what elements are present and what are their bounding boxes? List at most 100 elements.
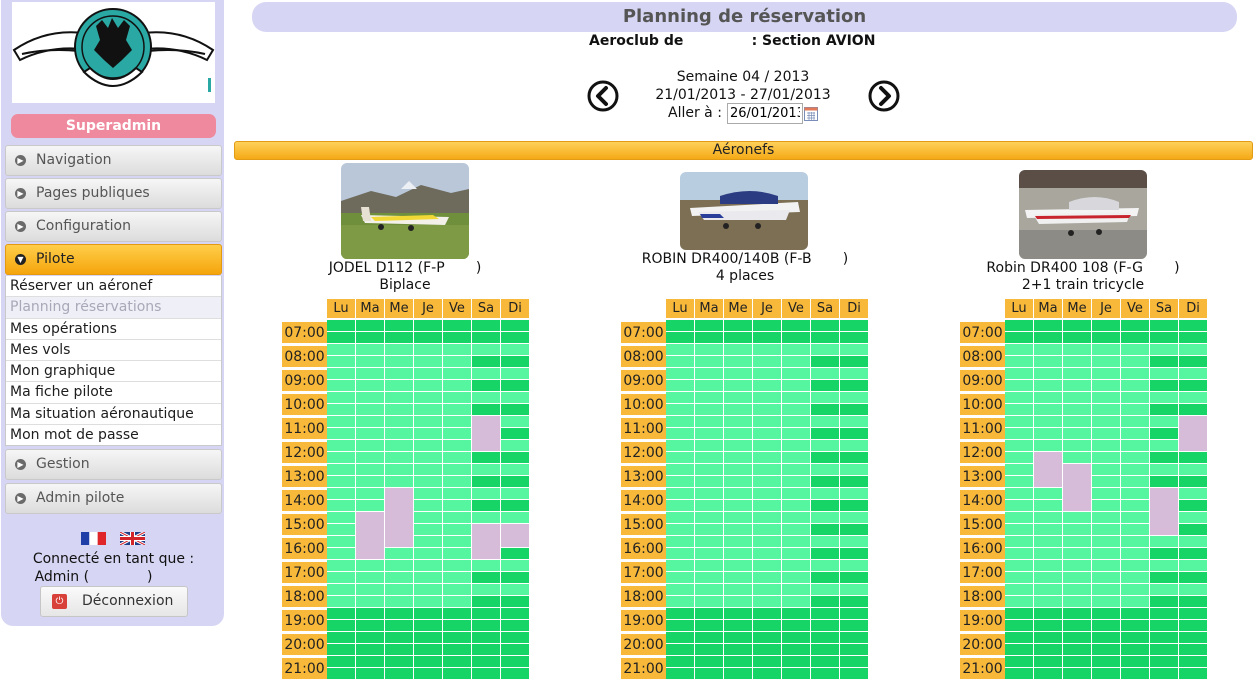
free-slot[interactable] <box>501 368 529 379</box>
free-slot[interactable] <box>1005 452 1033 463</box>
free-slot[interactable] <box>811 332 839 343</box>
free-slot[interactable] <box>753 476 781 487</box>
submenu-mot-de-passe[interactable]: Mon mot de passe <box>6 425 221 446</box>
free-slot[interactable] <box>666 404 694 415</box>
free-slot[interactable] <box>1179 668 1207 679</box>
free-slot[interactable] <box>1005 404 1033 415</box>
free-slot[interactable] <box>753 404 781 415</box>
free-slot[interactable] <box>501 644 529 655</box>
free-slot[interactable] <box>1121 584 1149 595</box>
free-slot[interactable] <box>811 488 839 499</box>
free-slot[interactable] <box>666 320 694 331</box>
free-slot[interactable] <box>472 368 500 379</box>
free-slot[interactable] <box>724 644 752 655</box>
free-slot[interactable] <box>1005 524 1033 535</box>
free-slot[interactable] <box>327 320 355 331</box>
free-slot[interactable] <box>724 452 752 463</box>
robin140b-photo[interactable] <box>680 172 808 250</box>
reserved-slot[interactable] <box>1034 452 1062 487</box>
free-slot[interactable] <box>1179 500 1207 511</box>
menu-configuration[interactable]: ▶ Configuration <box>5 211 222 242</box>
free-slot[interactable] <box>1005 380 1033 391</box>
free-slot[interactable] <box>1150 416 1178 427</box>
free-slot[interactable] <box>1034 512 1062 523</box>
free-slot[interactable] <box>501 668 529 679</box>
free-slot[interactable] <box>753 596 781 607</box>
free-slot[interactable] <box>695 536 723 547</box>
free-slot[interactable] <box>443 452 471 463</box>
free-slot[interactable] <box>666 440 694 451</box>
free-slot[interactable] <box>501 416 529 427</box>
free-slot[interactable] <box>1034 404 1062 415</box>
free-slot[interactable] <box>840 488 868 499</box>
free-slot[interactable] <box>327 404 355 415</box>
free-slot[interactable] <box>327 356 355 367</box>
free-slot[interactable] <box>1150 356 1178 367</box>
free-slot[interactable] <box>414 656 442 667</box>
free-slot[interactable] <box>840 476 868 487</box>
free-slot[interactable] <box>327 548 355 559</box>
free-slot[interactable] <box>1092 476 1120 487</box>
free-slot[interactable] <box>811 656 839 667</box>
reserved-slot[interactable] <box>1063 464 1091 511</box>
free-slot[interactable] <box>724 536 752 547</box>
free-slot[interactable] <box>782 380 810 391</box>
free-slot[interactable] <box>840 464 868 475</box>
free-slot[interactable] <box>1092 512 1120 523</box>
free-slot[interactable] <box>1034 356 1062 367</box>
free-slot[interactable] <box>782 512 810 523</box>
free-slot[interactable] <box>443 500 471 511</box>
free-slot[interactable] <box>414 452 442 463</box>
free-slot[interactable] <box>695 608 723 619</box>
free-slot[interactable] <box>1005 392 1033 403</box>
free-slot[interactable] <box>385 572 413 583</box>
free-slot[interactable] <box>811 404 839 415</box>
free-slot[interactable] <box>840 608 868 619</box>
free-slot[interactable] <box>1150 608 1178 619</box>
free-slot[interactable] <box>695 656 723 667</box>
free-slot[interactable] <box>1121 368 1149 379</box>
free-slot[interactable] <box>501 500 529 511</box>
free-slot[interactable] <box>724 668 752 679</box>
free-slot[interactable] <box>695 488 723 499</box>
free-slot[interactable] <box>327 476 355 487</box>
free-slot[interactable] <box>443 392 471 403</box>
free-slot[interactable] <box>327 500 355 511</box>
free-slot[interactable] <box>782 488 810 499</box>
free-slot[interactable] <box>695 596 723 607</box>
free-slot[interactable] <box>385 344 413 355</box>
free-slot[interactable] <box>1150 560 1178 571</box>
free-slot[interactable] <box>753 416 781 427</box>
free-slot[interactable] <box>782 416 810 427</box>
free-slot[interactable] <box>1063 632 1091 643</box>
free-slot[interactable] <box>753 500 781 511</box>
free-slot[interactable] <box>501 344 529 355</box>
free-slot[interactable] <box>356 608 384 619</box>
free-slot[interactable] <box>385 368 413 379</box>
free-slot[interactable] <box>385 476 413 487</box>
free-slot[interactable] <box>695 668 723 679</box>
free-slot[interactable] <box>811 476 839 487</box>
free-slot[interactable] <box>1092 548 1120 559</box>
free-slot[interactable] <box>782 476 810 487</box>
free-slot[interactable] <box>443 464 471 475</box>
free-slot[interactable] <box>666 560 694 571</box>
free-slot[interactable] <box>414 464 442 475</box>
free-slot[interactable] <box>385 356 413 367</box>
free-slot[interactable] <box>811 392 839 403</box>
free-slot[interactable] <box>472 464 500 475</box>
free-slot[interactable] <box>782 536 810 547</box>
free-slot[interactable] <box>840 524 868 535</box>
free-slot[interactable] <box>327 596 355 607</box>
submenu-vols[interactable]: Mes vols <box>6 340 221 362</box>
free-slot[interactable] <box>1179 392 1207 403</box>
free-slot[interactable] <box>385 404 413 415</box>
free-slot[interactable] <box>840 320 868 331</box>
free-slot[interactable] <box>414 548 442 559</box>
free-slot[interactable] <box>443 644 471 655</box>
free-slot[interactable] <box>1092 536 1120 547</box>
free-slot[interactable] <box>385 380 413 391</box>
free-slot[interactable] <box>782 632 810 643</box>
free-slot[interactable] <box>782 668 810 679</box>
free-slot[interactable] <box>1034 524 1062 535</box>
